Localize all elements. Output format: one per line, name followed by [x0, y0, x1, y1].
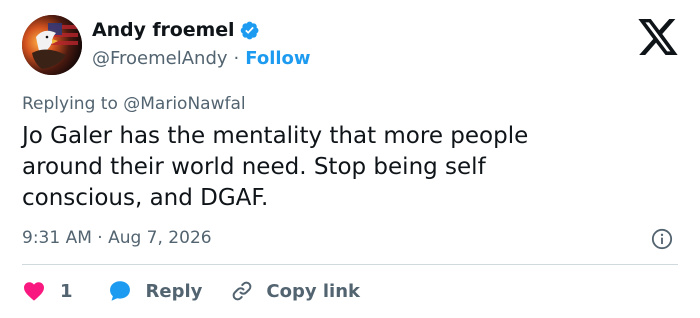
like-button[interactable]: 1	[22, 279, 73, 303]
separator-dot: ·	[233, 48, 240, 69]
avatar[interactable]	[22, 15, 82, 75]
speech-bubble-icon	[107, 278, 133, 304]
link-icon	[230, 279, 254, 303]
divider	[22, 264, 678, 265]
copy-link-label: Copy link	[266, 280, 360, 302]
heart-icon	[22, 279, 46, 303]
author-handle-row: @FroemelAndy · Follow	[92, 48, 311, 69]
x-logo-icon[interactable]	[638, 19, 678, 55]
eagle-flag-avatar-icon	[22, 15, 82, 75]
follow-button[interactable]: Follow	[245, 48, 310, 69]
info-icon[interactable]	[651, 228, 673, 250]
author-name[interactable]: Andy froemel	[92, 19, 235, 41]
like-count: 1	[60, 280, 73, 302]
verified-badge-icon	[239, 20, 260, 41]
reply-button[interactable]: Reply	[107, 278, 203, 304]
tweet-actions: 1 Reply Copy link	[22, 277, 384, 305]
reply-context-prefix: Replying to	[22, 94, 124, 114]
reply-context: Replying to @MarioNawfal	[22, 94, 246, 114]
copy-link-button[interactable]: Copy link	[230, 279, 360, 303]
reply-label: Reply	[145, 280, 203, 302]
tweet-timestamp[interactable]: 9:31 AM · Aug 7, 2026	[22, 228, 212, 248]
tweet-text: Jo Galer has the mentality that more peo…	[22, 123, 529, 211]
author-name-row: Andy froemel	[92, 19, 260, 41]
reply-mention-link[interactable]: @MarioNawfal	[123, 94, 245, 114]
author-handle[interactable]: @FroemelAndy	[92, 48, 228, 69]
